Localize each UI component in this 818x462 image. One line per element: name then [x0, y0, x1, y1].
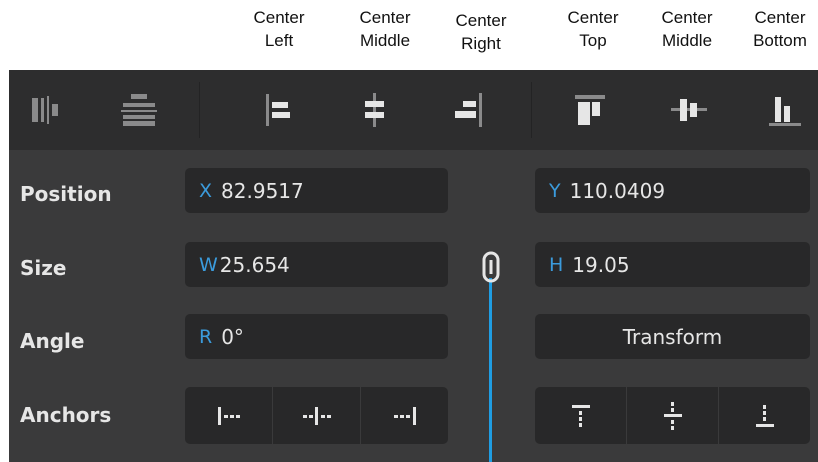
caption-line1: Center: [455, 11, 507, 30]
caption-line2: Right: [461, 34, 501, 53]
anchor-center-icon: [302, 406, 331, 425]
anchors-label: Anchors: [20, 403, 112, 427]
size-label: Size: [20, 256, 67, 280]
caption-center-vertical-middle: Center Middle: [642, 6, 732, 52]
chain-link-icon[interactable]: [481, 251, 501, 285]
caption-center-top: Center Top: [548, 6, 638, 52]
anchor-top-icon: [571, 404, 590, 427]
x-value: 82.9517: [221, 178, 304, 203]
align-center-bottom-button[interactable]: [745, 70, 818, 150]
distribute-vertical-button[interactable]: [99, 70, 179, 150]
y-value: 110.0409: [569, 178, 666, 203]
caption-line1: Center: [567, 8, 619, 27]
aspect-link-line: [489, 278, 492, 462]
angle-r-field[interactable]: R 0°: [185, 314, 448, 359]
w-axis-label: W: [199, 253, 218, 276]
size-w-field[interactable]: W 25.654: [185, 242, 448, 287]
r-value: 0°: [221, 324, 244, 349]
x-axis-label: X: [199, 179, 213, 202]
anchor-top-button[interactable]: [535, 387, 626, 444]
caption-center-middle: Center Middle: [340, 6, 430, 52]
caption-center-bottom: Center Bottom: [735, 6, 818, 52]
caption-line2: Left: [264, 31, 294, 50]
transform-panel: Position X 82.9517 Y 110.0409 Size W 25.…: [9, 70, 818, 462]
toolbar-separator: [531, 82, 532, 138]
caption-line2: Middle: [661, 31, 713, 50]
align-center-middle-icon: [365, 93, 384, 127]
toolbar-separator: [199, 82, 200, 138]
align-center-middle-button[interactable]: [335, 70, 415, 150]
align-center-vertical-middle-icon: [671, 99, 707, 121]
position-y-field[interactable]: Y 110.0409: [535, 168, 810, 213]
h-axis-label: H: [549, 253, 564, 276]
anchor-left-icon: [217, 406, 240, 425]
angle-label: Angle: [20, 329, 85, 353]
anchor-right-icon: [393, 406, 416, 425]
align-center-top-icon: [575, 95, 605, 125]
align-center-right-button[interactable]: [429, 70, 509, 150]
align-toolbar: [9, 70, 818, 150]
vertical-anchor-group: [535, 387, 810, 444]
r-axis-label: R: [199, 325, 213, 348]
y-axis-label: Y: [549, 179, 561, 202]
distribute-horizontal-icon: [32, 96, 58, 124]
align-center-right-icon: [455, 93, 482, 127]
anchor-middle-button[interactable]: [626, 387, 718, 444]
anchor-center-button[interactable]: [272, 387, 360, 444]
anchor-bottom-icon: [755, 404, 774, 427]
anchor-middle-icon: [663, 401, 682, 430]
size-h-field[interactable]: H 19.05: [535, 242, 810, 287]
align-center-top-button[interactable]: [550, 70, 630, 150]
h-value: 19.05: [572, 252, 630, 277]
caption-center-right: Center Right: [436, 9, 526, 55]
position-label: Position: [20, 182, 112, 206]
caption-line1: Center: [359, 8, 411, 27]
caption-line1: Center: [661, 8, 713, 27]
caption-line1: Center: [253, 8, 305, 27]
caption-line1: Center: [754, 8, 806, 27]
align-center-vertical-middle-button[interactable]: [649, 70, 729, 150]
anchor-left-button[interactable]: [185, 387, 272, 444]
distribute-horizontal-button[interactable]: [9, 70, 89, 150]
caption-center-left: Center Left: [234, 6, 324, 52]
position-x-field[interactable]: X 82.9517: [185, 168, 448, 213]
align-center-left-icon: [266, 94, 290, 126]
align-center-bottom-icon: [769, 97, 801, 126]
anchor-bottom-button[interactable]: [718, 387, 810, 444]
caption-line2: Bottom: [753, 31, 807, 50]
transform-button[interactable]: Transform: [535, 314, 810, 359]
distribute-vertical-icon: [121, 94, 157, 126]
anchor-right-button[interactable]: [360, 387, 448, 444]
caption-line2: Middle: [359, 31, 411, 50]
w-value: 25.654: [219, 252, 290, 277]
align-center-left-button[interactable]: [239, 70, 319, 150]
horizontal-anchor-group: [185, 387, 448, 444]
caption-line2: Top: [579, 31, 607, 50]
